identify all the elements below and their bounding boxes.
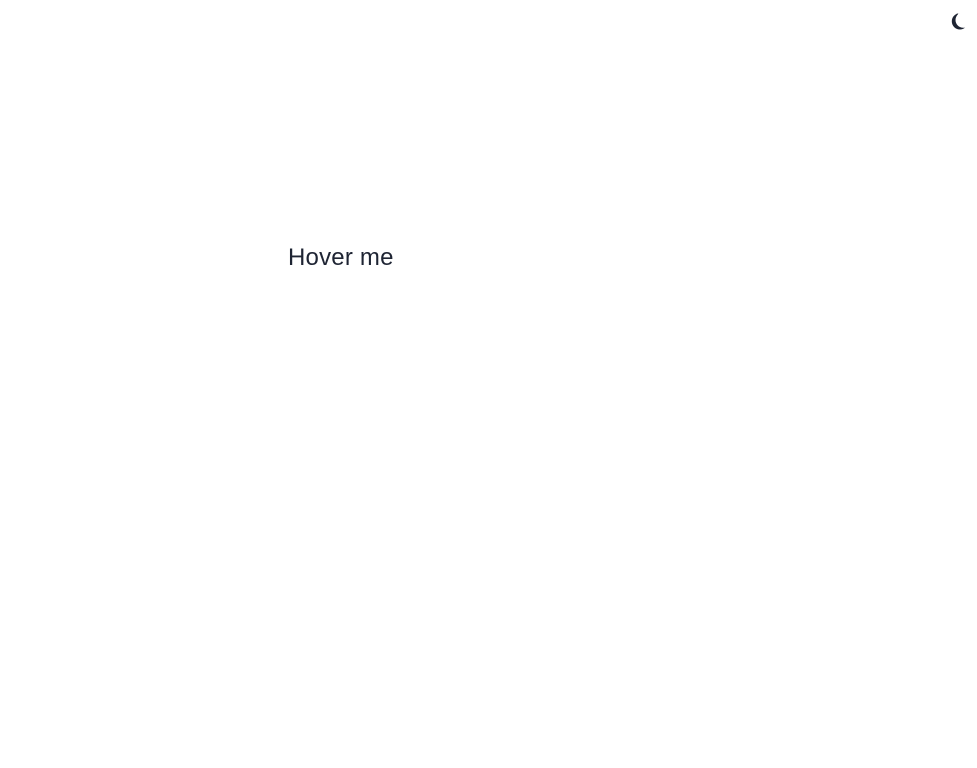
moon-icon [947, 11, 967, 31]
hover-target[interactable]: Hover me [288, 241, 394, 275]
theme-toggle-button[interactable] [946, 10, 968, 32]
